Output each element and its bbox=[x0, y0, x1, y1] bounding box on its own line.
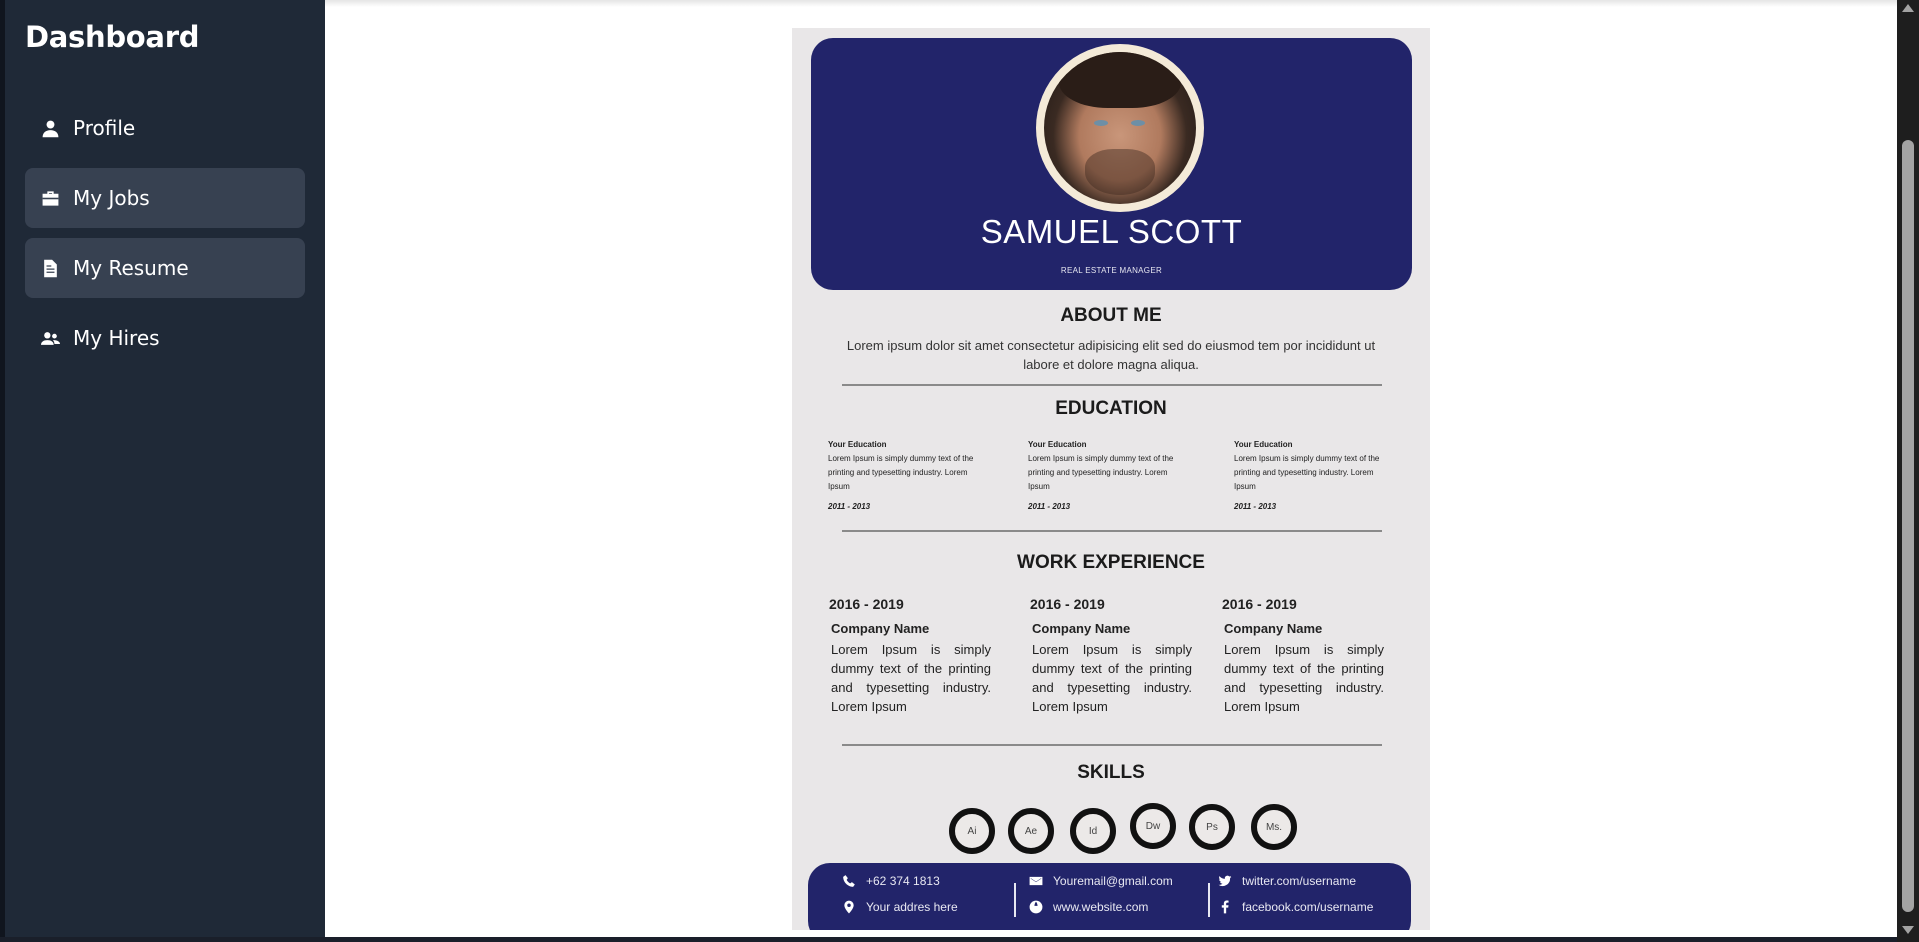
skill-badge: Ms. bbox=[1251, 804, 1297, 850]
work-years: 2016 - 2019 bbox=[1030, 596, 1105, 612]
work-company: Company Name bbox=[1224, 621, 1323, 636]
skill-badge: Ps bbox=[1189, 804, 1235, 850]
contact-phone: +62 374 1813 bbox=[842, 874, 940, 888]
education-item-date: 2011 - 2013 bbox=[1028, 502, 1071, 511]
location-pin-icon bbox=[844, 900, 854, 914]
education-item-title: Your Education bbox=[1234, 440, 1293, 449]
contact-email: Youremail@gmail.com bbox=[1029, 874, 1173, 888]
work-title: WORK EXPERIENCE bbox=[1017, 552, 1205, 573]
sidebar-item-my-jobs[interactable]: My Jobs bbox=[25, 168, 305, 228]
globe-icon bbox=[1029, 900, 1043, 914]
education-item-title: Your Education bbox=[1028, 440, 1087, 449]
user-icon bbox=[42, 120, 59, 137]
contact-address-text: Your addres here bbox=[866, 900, 958, 914]
work-item: 2016 - 2019 Company Name Lorem Ipsum is … bbox=[1222, 596, 1384, 716]
sidebar-item-label: My Hires bbox=[73, 326, 160, 350]
scroll-thumb[interactable] bbox=[1902, 140, 1914, 912]
divider bbox=[842, 530, 1382, 532]
education-item: Your Education Lorem Ipsum is simply dum… bbox=[1234, 438, 1394, 514]
education-item-date: 2011 - 2013 bbox=[828, 502, 871, 511]
contact-facebook: facebook.com/username bbox=[1218, 900, 1373, 914]
education-title: EDUCATION bbox=[1055, 398, 1167, 419]
contact-website: www.website.com bbox=[1029, 900, 1148, 914]
contact-facebook-text: facebook.com/username bbox=[1242, 900, 1374, 914]
resume-header: SAMUEL SCOTT REAL ESTATE MANAGER bbox=[811, 38, 1412, 290]
contact-phone-text: +62 374 1813 bbox=[866, 874, 940, 888]
skill-badge: Ai bbox=[949, 808, 995, 854]
contact-website-text: www.website.com bbox=[1053, 900, 1149, 914]
resume-role: REAL ESTATE MANAGER bbox=[1060, 266, 1163, 275]
contact-twitter: twitter.com/username bbox=[1218, 874, 1356, 888]
work-item: 2016 - 2019 Company Name Lorem Ipsum is … bbox=[1030, 596, 1192, 716]
divider bbox=[842, 744, 1382, 746]
skills-title: SKILLS bbox=[1077, 762, 1145, 783]
portrait-image bbox=[1044, 52, 1196, 204]
contact-address: Your addres here bbox=[842, 900, 958, 914]
about-title: ABOUT ME bbox=[1060, 305, 1162, 326]
skill-badge: Id bbox=[1070, 808, 1116, 854]
resume-footer: +62 374 1813 Your addres here Youremail@… bbox=[808, 863, 1411, 930]
contact-email-text: Youremail@gmail.com bbox=[1053, 874, 1173, 888]
work-years: 2016 - 2019 bbox=[1222, 596, 1297, 612]
education-item-title: Your Education bbox=[828, 440, 887, 449]
education-item-text: Lorem Ipsum is simply dummy text of the … bbox=[828, 454, 974, 491]
work-text: Lorem Ipsum is simply dummy text of the … bbox=[831, 642, 991, 714]
vertical-scrollbar[interactable] bbox=[1897, 0, 1919, 942]
work-company: Company Name bbox=[831, 621, 930, 636]
footer-divider bbox=[1208, 883, 1210, 917]
resume-name: SAMUEL SCOTT bbox=[980, 213, 1243, 250]
work-years: 2016 - 2019 bbox=[829, 596, 904, 612]
mail-icon bbox=[1029, 876, 1043, 886]
sidebar-item-my-resume[interactable]: My Resume bbox=[25, 238, 305, 298]
twitter-icon bbox=[1218, 875, 1232, 887]
scroll-up-icon[interactable] bbox=[1902, 4, 1914, 12]
facebook-icon bbox=[1221, 900, 1229, 914]
sidebar-item-label: My Resume bbox=[73, 256, 189, 280]
skill-badge: Dw bbox=[1130, 803, 1176, 849]
about-text: Lorem ipsum dolor sit amet consectetur a… bbox=[846, 338, 1376, 372]
work-text: Lorem Ipsum is simply dummy text of the … bbox=[1224, 642, 1384, 714]
skill-badge: Ae bbox=[1008, 808, 1054, 854]
users-icon bbox=[41, 331, 60, 345]
top-shadow bbox=[325, 0, 1897, 7]
sidebar-title: Dashboard bbox=[25, 20, 200, 54]
work-company: Company Name bbox=[1032, 621, 1131, 636]
phone-icon bbox=[843, 875, 855, 887]
sidebar: Dashboard Profile My Jobs My Resume My H… bbox=[0, 0, 325, 942]
document-icon bbox=[44, 259, 57, 277]
main-content: SAMUEL SCOTT REAL ESTATE MANAGER ABOUT M… bbox=[325, 0, 1897, 937]
sidebar-item-profile[interactable]: Profile bbox=[25, 98, 305, 158]
education-item: Your Education Lorem Ipsum is simply dum… bbox=[1028, 438, 1188, 514]
work-text: Lorem Ipsum is simply dummy text of the … bbox=[1032, 642, 1192, 714]
footer-divider bbox=[1014, 883, 1016, 917]
window-bottom-edge bbox=[0, 937, 1897, 942]
sidebar-nav: Profile My Jobs My Resume My Hires bbox=[25, 98, 305, 378]
education-item-text: Lorem Ipsum is simply dummy text of the … bbox=[1028, 454, 1174, 491]
work-item: 2016 - 2019 Company Name Lorem Ipsum is … bbox=[829, 596, 991, 716]
education-item-date: 2011 - 2013 bbox=[1234, 502, 1277, 511]
contact-twitter-text: twitter.com/username bbox=[1242, 874, 1357, 888]
scroll-down-icon[interactable] bbox=[1902, 926, 1914, 934]
sidebar-item-label: My Jobs bbox=[73, 186, 150, 210]
profile-photo bbox=[1036, 44, 1204, 212]
briefcase-icon bbox=[42, 190, 59, 206]
divider bbox=[842, 384, 1382, 386]
sidebar-item-my-hires[interactable]: My Hires bbox=[25, 308, 305, 368]
education-item-text: Lorem Ipsum is simply dummy text of the … bbox=[1234, 454, 1380, 491]
resume-document: SAMUEL SCOTT REAL ESTATE MANAGER ABOUT M… bbox=[792, 28, 1430, 930]
sidebar-item-label: Profile bbox=[73, 116, 136, 140]
education-item: Your Education Lorem Ipsum is simply dum… bbox=[828, 438, 988, 514]
